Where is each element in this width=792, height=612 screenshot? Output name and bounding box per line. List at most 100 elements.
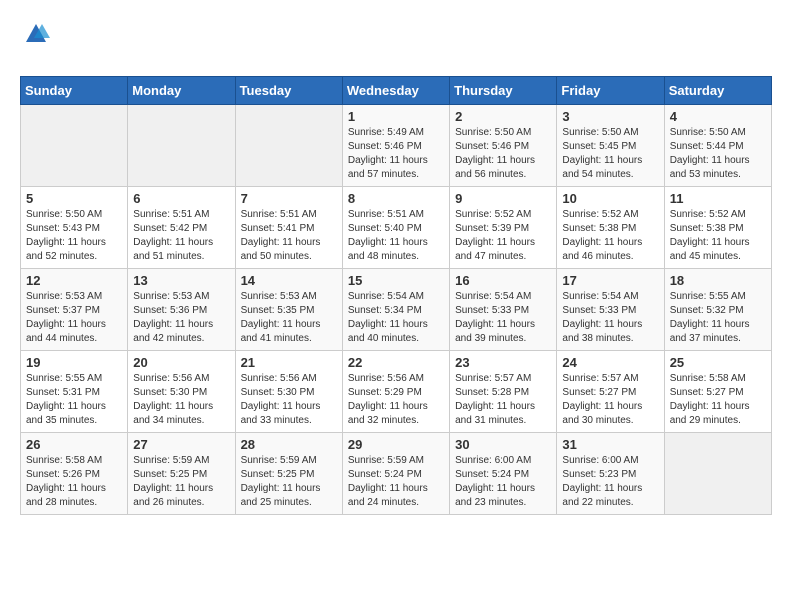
day-info: Sunrise: 6:00 AM Sunset: 5:23 PM Dayligh… bbox=[562, 454, 658, 510]
calendar-cell: 21 Sunrise: 5:56 AM Sunset: 5:30 PM Dayli… bbox=[235, 351, 342, 433]
logo bbox=[20, 20, 50, 66]
day-number: 17 bbox=[562, 273, 658, 288]
calendar-cell: 11Sunrise: 5:52 AM Sunset: 5:38 PM Dayli… bbox=[664, 187, 771, 269]
day-info: Sunrise: 5:51 AM Sunset: 5:40 PM Dayligh… bbox=[348, 208, 444, 264]
calendar-header-row: SundayMondayTuesdayWednesdayThursdayFrid… bbox=[21, 77, 772, 105]
calendar-cell: 30 Sunrise: 6:00 AM Sunset: 5:24 PM Dayli… bbox=[450, 433, 557, 515]
day-info: Sunrise: 5:54 AM Sunset: 5:34 PM Dayligh… bbox=[348, 290, 444, 346]
day-info: Sunrise: 5:52 AM Sunset: 5:38 PM Dayligh… bbox=[562, 208, 658, 264]
logo-icon bbox=[22, 20, 50, 48]
day-number: 6 bbox=[133, 191, 229, 206]
day-number: 31 bbox=[562, 437, 658, 452]
calendar-week-row: 5 Sunrise: 5:50 AM Sunset: 5:43 PM Daylig… bbox=[21, 187, 772, 269]
day-number: 19 bbox=[26, 355, 122, 370]
day-number: 3 bbox=[562, 109, 658, 124]
day-number: 1 bbox=[348, 109, 444, 124]
calendar-cell: 15Sunrise: 5:54 AM Sunset: 5:34 PM Dayli… bbox=[342, 269, 449, 351]
calendar-cell: 23 Sunrise: 5:57 AM Sunset: 5:28 PM Dayli… bbox=[450, 351, 557, 433]
calendar-cell: 4 Sunrise: 5:50 AM Sunset: 5:44 PM Daylig… bbox=[664, 105, 771, 187]
day-info: Sunrise: 5:49 AM Sunset: 5:46 PM Dayligh… bbox=[348, 126, 444, 182]
day-number: 13 bbox=[133, 273, 229, 288]
calendar-cell: 29 Sunrise: 5:59 AM Sunset: 5:24 PM Dayli… bbox=[342, 433, 449, 515]
day-info: Sunrise: 5:57 AM Sunset: 5:28 PM Dayligh… bbox=[455, 372, 551, 428]
calendar-cell: 18 Sunrise: 5:55 AM Sunset: 5:32 PM Dayli… bbox=[664, 269, 771, 351]
calendar-cell: 14 Sunrise: 5:53 AM Sunset: 5:35 PM Dayli… bbox=[235, 269, 342, 351]
day-info: Sunrise: 5:59 AM Sunset: 5:25 PM Dayligh… bbox=[241, 454, 337, 510]
day-info: Sunrise: 5:51 AM Sunset: 5:41 PM Dayligh… bbox=[241, 208, 337, 264]
calendar-cell bbox=[128, 105, 235, 187]
day-number: 4 bbox=[670, 109, 766, 124]
day-number: 27 bbox=[133, 437, 229, 452]
day-info: Sunrise: 5:54 AM Sunset: 5:33 PM Dayligh… bbox=[455, 290, 551, 346]
day-number: 29 bbox=[348, 437, 444, 452]
calendar-cell: 24 Sunrise: 5:57 AM Sunset: 5:27 PM Dayli… bbox=[557, 351, 664, 433]
calendar-cell: 22 Sunrise: 5:56 AM Sunset: 5:29 PM Dayli… bbox=[342, 351, 449, 433]
day-number: 8 bbox=[348, 191, 444, 206]
calendar-week-row: 1 Sunrise: 5:49 AM Sunset: 5:46 PM Daylig… bbox=[21, 105, 772, 187]
day-number: 9 bbox=[455, 191, 551, 206]
day-info: Sunrise: 5:59 AM Sunset: 5:25 PM Dayligh… bbox=[133, 454, 229, 510]
weekday-header: Wednesday bbox=[342, 77, 449, 105]
day-number: 21 bbox=[241, 355, 337, 370]
day-info: Sunrise: 5:54 AM Sunset: 5:33 PM Dayligh… bbox=[562, 290, 658, 346]
calendar-cell: 26 Sunrise: 5:58 AM Sunset: 5:26 PM Dayli… bbox=[21, 433, 128, 515]
day-info: Sunrise: 5:56 AM Sunset: 5:30 PM Dayligh… bbox=[241, 372, 337, 428]
calendar-cell: 10Sunrise: 5:52 AM Sunset: 5:38 PM Dayli… bbox=[557, 187, 664, 269]
day-number: 22 bbox=[348, 355, 444, 370]
calendar-cell: 31 Sunrise: 6:00 AM Sunset: 5:23 PM Dayli… bbox=[557, 433, 664, 515]
day-number: 2 bbox=[455, 109, 551, 124]
calendar-cell: 13 Sunrise: 5:53 AM Sunset: 5:36 PM Dayli… bbox=[128, 269, 235, 351]
calendar-cell: 25 Sunrise: 5:58 AM Sunset: 5:27 PM Dayli… bbox=[664, 351, 771, 433]
day-info: Sunrise: 5:52 AM Sunset: 5:38 PM Dayligh… bbox=[670, 208, 766, 264]
calendar-cell bbox=[664, 433, 771, 515]
weekday-header: Saturday bbox=[664, 77, 771, 105]
day-info: Sunrise: 5:57 AM Sunset: 5:27 PM Dayligh… bbox=[562, 372, 658, 428]
calendar-table: SundayMondayTuesdayWednesdayThursdayFrid… bbox=[20, 76, 772, 515]
calendar-cell: 17 Sunrise: 5:54 AM Sunset: 5:33 PM Dayli… bbox=[557, 269, 664, 351]
day-number: 18 bbox=[670, 273, 766, 288]
day-number: 30 bbox=[455, 437, 551, 452]
day-info: Sunrise: 5:51 AM Sunset: 5:42 PM Dayligh… bbox=[133, 208, 229, 264]
calendar-cell: 16 Sunrise: 5:54 AM Sunset: 5:33 PM Dayli… bbox=[450, 269, 557, 351]
day-info: Sunrise: 5:50 AM Sunset: 5:44 PM Dayligh… bbox=[670, 126, 766, 182]
header bbox=[20, 20, 772, 66]
day-info: Sunrise: 5:58 AM Sunset: 5:26 PM Dayligh… bbox=[26, 454, 122, 510]
day-number: 24 bbox=[562, 355, 658, 370]
day-number: 16 bbox=[455, 273, 551, 288]
weekday-header: Tuesday bbox=[235, 77, 342, 105]
day-number: 14 bbox=[241, 273, 337, 288]
day-number: 28 bbox=[241, 437, 337, 452]
weekday-header: Friday bbox=[557, 77, 664, 105]
day-info: Sunrise: 5:58 AM Sunset: 5:27 PM Dayligh… bbox=[670, 372, 766, 428]
day-number: 23 bbox=[455, 355, 551, 370]
day-info: Sunrise: 5:59 AM Sunset: 5:24 PM Dayligh… bbox=[348, 454, 444, 510]
calendar-cell bbox=[235, 105, 342, 187]
calendar-cell: 19 Sunrise: 5:55 AM Sunset: 5:31 PM Dayli… bbox=[21, 351, 128, 433]
calendar-cell: 9Sunrise: 5:52 AM Sunset: 5:39 PM Daylig… bbox=[450, 187, 557, 269]
day-info: Sunrise: 5:55 AM Sunset: 5:32 PM Dayligh… bbox=[670, 290, 766, 346]
day-info: Sunrise: 5:56 AM Sunset: 5:29 PM Dayligh… bbox=[348, 372, 444, 428]
calendar-cell: 7Sunrise: 5:51 AM Sunset: 5:41 PM Daylig… bbox=[235, 187, 342, 269]
calendar-cell: 3 Sunrise: 5:50 AM Sunset: 5:45 PM Daylig… bbox=[557, 105, 664, 187]
calendar-cell: 6 Sunrise: 5:51 AM Sunset: 5:42 PM Daylig… bbox=[128, 187, 235, 269]
day-number: 5 bbox=[26, 191, 122, 206]
day-info: Sunrise: 5:50 AM Sunset: 5:45 PM Dayligh… bbox=[562, 126, 658, 182]
calendar-cell bbox=[21, 105, 128, 187]
calendar-cell: 28 Sunrise: 5:59 AM Sunset: 5:25 PM Dayli… bbox=[235, 433, 342, 515]
calendar-cell: 5 Sunrise: 5:50 AM Sunset: 5:43 PM Daylig… bbox=[21, 187, 128, 269]
calendar-cell: 20Sunrise: 5:56 AM Sunset: 5:30 PM Dayli… bbox=[128, 351, 235, 433]
day-info: Sunrise: 6:00 AM Sunset: 5:24 PM Dayligh… bbox=[455, 454, 551, 510]
calendar-week-row: 26 Sunrise: 5:58 AM Sunset: 5:26 PM Dayli… bbox=[21, 433, 772, 515]
weekday-header: Monday bbox=[128, 77, 235, 105]
day-number: 25 bbox=[670, 355, 766, 370]
calendar-cell: 1 Sunrise: 5:49 AM Sunset: 5:46 PM Daylig… bbox=[342, 105, 449, 187]
day-info: Sunrise: 5:50 AM Sunset: 5:46 PM Dayligh… bbox=[455, 126, 551, 182]
day-info: Sunrise: 5:53 AM Sunset: 5:36 PM Dayligh… bbox=[133, 290, 229, 346]
weekday-header: Sunday bbox=[21, 77, 128, 105]
day-info: Sunrise: 5:55 AM Sunset: 5:31 PM Dayligh… bbox=[26, 372, 122, 428]
day-info: Sunrise: 5:53 AM Sunset: 5:35 PM Dayligh… bbox=[241, 290, 337, 346]
calendar-cell: 8 Sunrise: 5:51 AM Sunset: 5:40 PM Daylig… bbox=[342, 187, 449, 269]
day-info: Sunrise: 5:50 AM Sunset: 5:43 PM Dayligh… bbox=[26, 208, 122, 264]
day-number: 26 bbox=[26, 437, 122, 452]
day-number: 20 bbox=[133, 355, 229, 370]
